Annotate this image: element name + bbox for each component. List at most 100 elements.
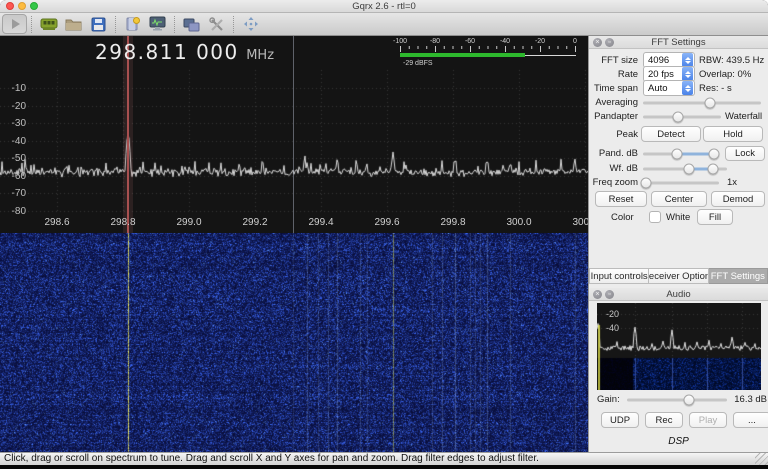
freq-tick-label: 298.6 [44, 217, 70, 228]
freq-tick-label: 300.2 [572, 217, 588, 228]
freq-tick-label: 299.4 [308, 217, 334, 228]
tab-fft-settings[interactable]: FFT Settings [708, 268, 768, 284]
bottom-edge [0, 465, 768, 469]
time-span-spinbox[interactable]: Auto [643, 80, 695, 96]
freq-tick-label: 299.0 [176, 217, 202, 228]
dbfs-meter-level [400, 53, 525, 57]
peak-hold-button[interactable]: Hold [703, 126, 763, 142]
time-span-stepper[interactable] [682, 81, 693, 95]
pandapter-waterfall-slider[interactable] [643, 110, 721, 124]
frequency-display[interactable]: 298.811 000 MHz [95, 40, 274, 64]
slider-knob[interactable] [671, 148, 683, 160]
audio-gain-slider[interactable] [627, 393, 727, 407]
freq-tick-label: 299.6 [374, 217, 400, 228]
fullscreen-button[interactable] [238, 14, 263, 34]
overlap-info: Overlap: 0% [699, 69, 752, 80]
freq-zoom-slider[interactable] [640, 176, 719, 190]
slider-knob[interactable] [640, 177, 652, 189]
udp-button[interactable]: UDP [601, 412, 639, 428]
fill-button[interactable]: Fill [697, 209, 733, 225]
configure-io-devices-button[interactable] [36, 14, 61, 34]
waterfall[interactable] [0, 233, 588, 452]
save-file-button[interactable] [86, 14, 111, 34]
floppy-save-icon [91, 17, 106, 31]
waterfall-canvas[interactable] [0, 233, 588, 452]
time-span-label: Time span [594, 83, 638, 94]
demod-button[interactable]: Demod [711, 191, 765, 207]
audio-dock-header[interactable]: × ▫ Audio [589, 288, 768, 301]
toolbar-separator [174, 15, 175, 33]
meter-tick-label: -40 [499, 38, 511, 45]
slider-knob[interactable] [707, 163, 719, 175]
gain-label: Gain: [597, 394, 620, 405]
color-label: Color [611, 212, 634, 223]
remote-control-button[interactable] [179, 14, 204, 34]
reset-button[interactable]: Reset [595, 191, 647, 207]
freq-zoom-label: Freq zoom [592, 177, 638, 188]
title-bar[interactable]: Gqrx 2.6 - rtl=0 [0, 0, 768, 13]
slider-knob[interactable] [672, 111, 684, 123]
fft-settings-dock-title: FFT Settings [651, 37, 706, 48]
audio-fft-display[interactable]: -20 -40 [597, 303, 761, 390]
slider-knob[interactable] [708, 148, 720, 160]
remote-computers-icon [183, 18, 200, 31]
peak-label: Peak [616, 129, 638, 140]
frequency-value[interactable]: 298.811 000 [95, 40, 239, 64]
toolbar-separator [31, 15, 32, 33]
white-checkbox-label: White [666, 212, 691, 223]
rec-button[interactable]: Rec [645, 412, 683, 428]
tools-button[interactable] [204, 14, 229, 34]
audio-db-label-40: -40 [606, 323, 620, 333]
pandapter-db-range-slider[interactable] [643, 147, 720, 161]
tab-receiver-options[interactable]: Receiver Options [649, 268, 709, 284]
waterfall-db-range-slider[interactable] [643, 162, 727, 176]
tab-input-controls[interactable]: Input controls [589, 268, 650, 284]
averaging-label: Averaging [595, 97, 638, 108]
status-text: Click, drag or scroll on spectrum to tun… [4, 453, 539, 464]
white-checkbox[interactable] [649, 211, 661, 223]
gqrx-window: Gqrx 2.6 - rtl=0 -10 -20 -30 -40 -50 -60… [0, 0, 768, 469]
more-button[interactable]: ... [733, 412, 768, 428]
dbfs-meter-bar [400, 53, 576, 57]
fft-size-value: 4096 [648, 54, 670, 66]
bookmark-star-icon [126, 17, 140, 31]
fft-settings-dock-header[interactable]: × ▫ FFT Settings [589, 36, 768, 49]
meter-tick-label: -20 [534, 38, 546, 45]
start-dsp-button[interactable] [2, 14, 27, 34]
play-icon [11, 19, 20, 29]
dbfs-meter: -100 -80 -60 -40 -20 0 -29 dBFS [393, 38, 578, 70]
window-title: Gqrx 2.6 - rtl=0 [352, 1, 416, 12]
pan-arrows-icon [243, 17, 258, 31]
slider-knob[interactable] [683, 163, 695, 175]
averaging-slider[interactable] [643, 96, 761, 110]
db-tick-label: -50 [11, 153, 26, 164]
res-info: Res: - s [699, 83, 732, 94]
peak-detect-button[interactable]: Detect [641, 126, 701, 142]
dock-panel: × ▫ FFT Settings FFT size 4096 RBW: 439.… [588, 36, 768, 452]
play-button: Play [689, 412, 727, 428]
db-tick-label: -70 [11, 188, 26, 199]
audio-fft-canvas[interactable] [597, 303, 761, 390]
pand-db-lock-button[interactable]: Lock [725, 146, 765, 161]
dsp-options-button[interactable] [145, 14, 170, 34]
db-tick-label: -20 [11, 100, 26, 112]
db-tick-label: -10 [11, 83, 26, 94]
tuning-cursor[interactable] [127, 36, 129, 233]
rate-stepper[interactable] [682, 67, 693, 81]
time-span-value: Auto [648, 82, 668, 94]
rate-value: 20 fps [648, 68, 674, 80]
db-tick-label: -60 [11, 170, 26, 182]
pandapter-spectrum[interactable]: -10 -20 -30 -40 -50 -60 -70 -80 298.6 298.8 299.0… [0, 36, 588, 233]
center-button[interactable]: Center [651, 191, 707, 207]
audio-db-label-20: -20 [606, 309, 620, 319]
slider-knob[interactable] [704, 97, 716, 109]
freq-zoom-readout: 1x [727, 177, 738, 188]
center-frequency-marker [293, 36, 294, 233]
dbfs-meter-ticks [400, 46, 576, 52]
open-file-button[interactable] [61, 14, 86, 34]
bookmarks-button[interactable] [120, 14, 145, 34]
audio-dock: × ▫ Audio -20 -40 Gain: 16.3 dB UDP Rec Pl… [589, 288, 768, 452]
fft-size-stepper[interactable] [682, 53, 693, 67]
gain-readout: 16.3 dB [734, 394, 767, 405]
slider-knob[interactable] [683, 394, 695, 406]
